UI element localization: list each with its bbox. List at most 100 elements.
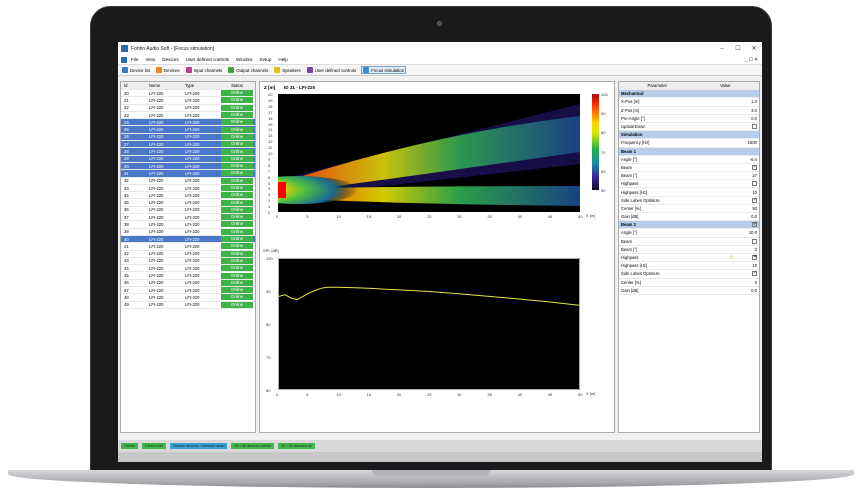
table-row[interactable]: 38 LFI-220 LFI-220 Online: [121, 221, 255, 229]
toolbar-speakers[interactable]: Speakers: [273, 67, 302, 73]
param-row[interactable]: Beam: [619, 164, 759, 173]
heatmap-plot[interactable]: [278, 94, 580, 212]
table-row[interactable]: 20 LFI-220 LFI-220 Online: [121, 90, 255, 98]
param-row[interactable]: Highpass [Hz] 10: [619, 188, 759, 197]
table-row[interactable]: 33 LFI-220 LFI-220 Online: [121, 185, 255, 193]
table-row[interactable]: 26 LFI-220 LFI-220 Online: [121, 133, 255, 142]
param-value[interactable]: 50: [727, 206, 757, 211]
menu-view[interactable]: View: [145, 57, 155, 62]
param-row[interactable]: Center [%] 50: [619, 205, 759, 213]
table-row[interactable]: 42 LFI-220 LFI-220 Online: [121, 250, 255, 258]
menu-window-controls[interactable]: _ ☐ ✕: [745, 57, 758, 63]
column-header[interactable]: Id: [121, 83, 149, 88]
table-row[interactable]: 25 LFI-220 LFI-220 Online: [121, 126, 255, 134]
param-row[interactable]: Side Lobes Optimize: [619, 197, 759, 205]
param-row[interactable]: UpSideDown: [619, 123, 759, 132]
toolbar-output-channels[interactable]: Output channels: [227, 67, 269, 73]
table-row[interactable]: 49 LFI-220 LFI-220 Online: [121, 301, 255, 309]
status-badge: Online: [221, 177, 253, 184]
cell-status: Online: [219, 119, 255, 126]
table-row[interactable]: 27 LFI-220 LFI-220 Online: [121, 141, 255, 149]
menu-window[interactable]: Window: [236, 57, 252, 62]
param-checkbox[interactable]: [752, 238, 757, 244]
column-header[interactable]: Status: [219, 83, 255, 88]
spl-plot[interactable]: [278, 258, 580, 390]
table-row[interactable]: 41 LFI-220 LFI-220 Online: [121, 243, 255, 251]
param-row[interactable]: Highpass: [619, 180, 759, 189]
param-row[interactable]: Angle [°] 10.0: [619, 229, 759, 238]
param-checkbox[interactable]: [752, 254, 757, 261]
menu-devices[interactable]: Devices: [162, 57, 178, 62]
table-row[interactable]: 32 LFI-220 LFI-220 Online: [121, 177, 255, 185]
menu-help[interactable]: Help: [278, 57, 287, 62]
param-checkbox[interactable]: [752, 181, 757, 187]
param-row[interactable]: Highpass [Hz] 10: [619, 262, 759, 271]
table-row[interactable]: 28 LFI-220 LFI-220 Online: [121, 148, 255, 156]
param-row[interactable]: Beam [°] 0: [619, 246, 759, 254]
table-row[interactable]: 47 LFI-220 LFI-220 Online: [121, 287, 255, 295]
param-row[interactable]: Beam [°] 27: [619, 172, 759, 181]
table-row[interactable]: 34 LFI-220 LFI-220 Online: [121, 192, 255, 200]
param-row[interactable]: Angle [°] -6.0: [619, 156, 759, 164]
param-row[interactable]: Highpass ⚠: [619, 254, 759, 263]
toolbar-user-defined-controls[interactable]: User defined controls: [306, 67, 358, 73]
param-row[interactable]: Gain [dB] 0.0: [619, 287, 759, 295]
param-value[interactable]: 0: [727, 280, 757, 285]
param-row[interactable]: Beam: [619, 238, 759, 246]
param-value[interactable]: 1.0: [727, 99, 757, 104]
param-value[interactable]: 0.0: [727, 214, 757, 219]
table-row[interactable]: 21 LFI-220 LFI-220 Online: [121, 97, 255, 105]
table-row[interactable]: 48 LFI-220 LFI-220 Online: [121, 294, 255, 302]
param-checkbox[interactable]: [752, 270, 757, 277]
param-value[interactable]: 27: [727, 173, 757, 178]
table-row[interactable]: 39 LFI-220 LFI-220 Online: [121, 228, 255, 236]
toolbar-focus-simulation[interactable]: Focus simulation: [361, 66, 407, 74]
menu-setup[interactable]: Setup: [259, 57, 271, 62]
maximize-button[interactable]: ☐: [730, 45, 746, 52]
column-header[interactable]: Name: [149, 83, 185, 88]
param-value[interactable]: 0: [727, 247, 757, 252]
param-value[interactable]: 10: [727, 263, 757, 268]
param-row[interactable]: X-Pos [m] 1.0: [619, 98, 759, 107]
table-row[interactable]: 44 LFI-220 LFI-220 Online: [121, 265, 255, 273]
table-row[interactable]: 31 LFI-220 LFI-220 Online: [121, 170, 255, 178]
close-button[interactable]: ✕: [746, 45, 762, 52]
param-value[interactable]: 10: [727, 190, 757, 195]
toolbar-device-list[interactable]: Device list: [121, 67, 151, 73]
table-row[interactable]: 22 LFI-220 LFI-220 Online: [121, 104, 255, 112]
param-name: Angle [°]: [621, 156, 637, 162]
table-row[interactable]: 29 LFI-220 LFI-220 Online: [121, 155, 255, 163]
param-value[interactable]: -6.0: [727, 157, 757, 162]
param-value[interactable]: 0.0: [727, 288, 757, 293]
param-row[interactable]: Frequency [Hz] 1600: [619, 139, 759, 148]
param-checkbox[interactable]: [752, 164, 757, 170]
table-row[interactable]: 46 LFI-220 LFI-220 Online: [121, 279, 255, 288]
toolbar-devices[interactable]: Devices: [155, 67, 181, 73]
param-checkbox[interactable]: [752, 221, 757, 228]
column-header[interactable]: Type: [185, 83, 219, 88]
param-value[interactable]: 1600: [727, 140, 757, 145]
table-row[interactable]: 23 LFI-220 LFI-220 Online: [121, 112, 255, 120]
param-row[interactable]: Center [%] 0: [619, 279, 759, 287]
menu-user-defined-controls[interactable]: User defined controls: [186, 57, 229, 62]
minimize-button[interactable]: –: [714, 46, 730, 52]
menu-file[interactable]: File: [131, 57, 138, 62]
param-value[interactable]: 0.0: [727, 116, 757, 121]
param-checkbox[interactable]: [752, 197, 757, 203]
param-row[interactable]: Gain [dB] 0.0: [619, 213, 759, 222]
table-row[interactable]: 43 LFI-220 LFI-220 Online: [121, 257, 255, 266]
table-row[interactable]: 35 LFI-220 LFI-220 Online: [121, 199, 255, 207]
table-row[interactable]: 37 LFI-220 LFI-220 Online: [121, 214, 255, 222]
param-row[interactable]: Side Lobes Optimize: [619, 270, 759, 279]
table-row[interactable]: 30 LFI-220 LFI-220 Online: [121, 162, 255, 171]
param-row[interactable]: Z-Pos [m] 3.0: [619, 107, 759, 115]
param-value[interactable]: 3.0: [727, 108, 757, 113]
param-checkbox[interactable]: [752, 124, 757, 130]
toolbar-input-channels[interactable]: Input channels: [185, 67, 224, 73]
param-value[interactable]: 10.0: [727, 230, 757, 235]
table-row[interactable]: 36 LFI-220 LFI-220 Online: [121, 206, 255, 215]
table-row[interactable]: 40 LFI-220 LFI-220 Online: [121, 235, 255, 244]
table-row[interactable]: 45 LFI-220 LFI-220 Online: [121, 272, 255, 280]
param-row[interactable]: Pre-Angle [°] 0.0: [619, 115, 759, 123]
table-row[interactable]: 24 LFI-220 LFI-220 Online: [121, 119, 255, 127]
